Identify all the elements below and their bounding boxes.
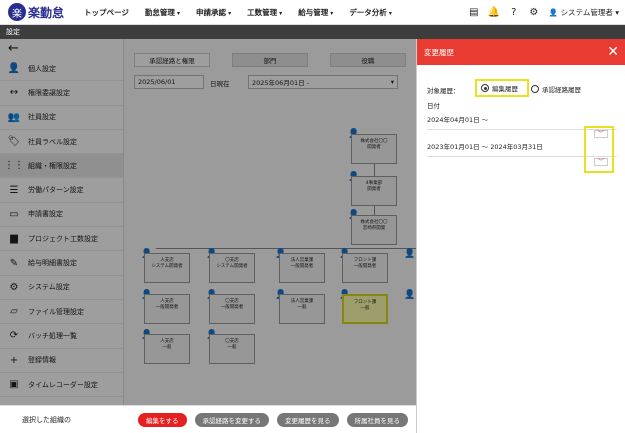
date-header: 日付 — [427, 102, 440, 110]
modal-overlay[interactable] — [0, 39, 416, 433]
help-icon[interactable]: ? — [507, 5, 521, 19]
view-members-button[interactable]: 所属社員を見る — [346, 412, 408, 427]
nav-attendance[interactable]: 勤怠管理 — [145, 7, 180, 18]
bell-icon[interactable]: 🔔 — [487, 5, 501, 19]
gear-icon[interactable]: ⚙ — [527, 5, 541, 19]
top-bar: 楽 楽勤怠 トップページ 勤怠管理 申請承認 工数管理 給与管理 データ分析 ▤… — [0, 0, 625, 25]
radio-label: 承認経路履歴 — [542, 86, 581, 94]
user-name: システム管理者 — [560, 7, 613, 17]
edit-button[interactable]: 編集をする — [138, 412, 187, 427]
target-label: 対象履歴： — [427, 87, 460, 95]
user-menu[interactable]: 👤 システム管理者 ▾ — [549, 7, 619, 18]
history-item[interactable]: 2024年04月01日 〜 — [427, 114, 488, 124]
history-panel: 変更履歴 ✕ 対象履歴： 編集履歴 承認経路履歴 日付 2024年04月01日 … — [416, 39, 625, 433]
logo[interactable]: 楽 楽勤怠 — [8, 3, 64, 21]
nav-approval[interactable]: 申請承認 — [196, 7, 231, 18]
nav-analysis[interactable]: データ分析 — [349, 7, 392, 18]
expand-highlight: ﹀ ﹀ — [584, 126, 614, 173]
logo-mark: 楽 — [8, 3, 26, 21]
panel-title: 変更履歴 — [424, 47, 454, 57]
logo-text: 楽勤怠 — [28, 5, 65, 20]
radio-edit-history[interactable]: 編集履歴 — [475, 79, 529, 97]
history-item[interactable]: 2023年01月01日 〜 2024年03月31日 — [427, 141, 543, 151]
close-icon[interactable]: ✕ — [607, 44, 619, 60]
chevron-down-icon[interactable]: ﹀ — [594, 158, 608, 166]
change-route-button[interactable]: 承認経路を変更する — [194, 412, 269, 427]
radio-route-history[interactable]: 承認経路履歴 — [531, 84, 581, 94]
nav-top[interactable]: トップページ — [84, 7, 129, 18]
radio-off-icon — [531, 85, 539, 93]
radio-on-icon — [481, 84, 489, 92]
chevron-down-icon[interactable]: ﹀ — [594, 130, 608, 138]
main-nav: トップページ 勤怠管理 申請承認 工数管理 給与管理 データ分析 — [84, 7, 408, 18]
nav-manhours[interactable]: 工数管理 — [247, 7, 282, 18]
bottom-action-bar: 選択した組織の 編集をする 承認経路を変更する 変更履歴を見る 所属社員を見る — [0, 405, 416, 433]
selected-org-label: 選択した組織の — [22, 415, 71, 424]
nav-payroll[interactable]: 給与管理 — [298, 7, 333, 18]
panel-header: 変更履歴 ✕ — [417, 39, 625, 65]
view-history-button[interactable]: 変更履歴を見る — [277, 412, 339, 427]
ledger-icon[interactable]: ▤ — [467, 5, 481, 19]
breadcrumb: 設定 — [0, 25, 625, 39]
radio-label: 編集履歴 — [492, 85, 518, 93]
